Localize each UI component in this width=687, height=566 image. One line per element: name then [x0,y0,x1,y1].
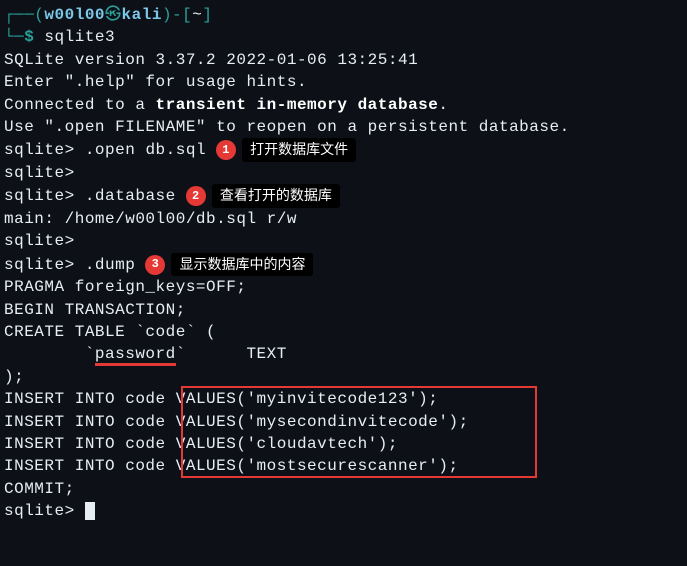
prompt-close-bracket: ] [202,6,212,24]
prompt-host: kali [122,6,162,24]
prompt-cwd: ~ [192,6,202,24]
circle-3: 3 [145,255,165,275]
col-suffix: ` TEXT [176,345,287,363]
sqlite-prompt: sqlite> [4,187,75,205]
annotation-1: 1 打开数据库文件 [216,138,356,162]
help-line: Enter ".help" for usage hints. [4,71,683,93]
prompt-line2-prefix: └─ [4,28,24,46]
insert-prefix: INSERT INTO code [4,435,176,453]
prompt-line-1: ┌──(w00l00㉿kali)-[~] [4,4,683,26]
column-line: `password` TEXT [4,343,683,365]
sqlite-database-line: sqlite> .database 2 查看打开的数据库 [4,184,683,208]
terminal-output: ┌──(w00l00㉿kali)-[~] └─$ sqlite3 SQLite … [4,4,683,523]
prompt-skull: ㉿ [105,6,122,24]
label-3: 显示数据库中的内容 [171,253,313,277]
label-2: 查看打开的数据库 [212,184,340,208]
cmd-open: .open db.sql [85,141,206,159]
insert-prefix: INSERT INTO code [4,413,176,431]
annotation-2: 2 查看打开的数据库 [186,184,340,208]
sqlite-prompt: sqlite> [4,141,75,159]
create-table-line: CREATE TABLE `code` ( [4,321,683,343]
insert-prefix: INSERT INTO code [4,457,176,475]
values-highlight-box [181,386,537,478]
pragma-line: PRAGMA foreign_keys=OFF; [4,276,683,298]
insert-prefix: INSERT INTO code [4,390,176,408]
command-input: sqlite3 [44,28,115,46]
inserts-block: INSERT INTO code VALUES('myinvitecode123… [4,388,683,478]
sqlite-prompt: sqlite> [4,502,75,520]
label-1: 打开数据库文件 [242,138,356,162]
sqlite-empty-1: sqlite> [4,162,683,184]
col-indent: ` [4,345,95,363]
version-line: SQLite version 3.37.2 2022-01-06 13:25:4… [4,49,683,71]
sqlite-open-line: sqlite> .open db.sql 1 打开数据库文件 [4,138,683,162]
connected-prefix: Connected to a [4,96,156,114]
main-line: main: /home/w00l00/db.sql r/w [4,208,683,230]
cursor [85,502,95,520]
prompt-line-2[interactable]: └─$ sqlite3 [4,26,683,48]
circle-2: 2 [186,186,206,206]
prompt-open: ┌──( [4,6,44,24]
prompt-user: w00l00 [44,6,105,24]
connected-line: Connected to a transient in-memory datab… [4,94,683,116]
sqlite-final-prompt[interactable]: sqlite> [4,500,683,522]
sqlite-empty-2: sqlite> [4,230,683,252]
col-name: password [95,345,176,366]
cmd-database: .database [85,187,176,205]
circle-1: 1 [216,140,236,160]
cmd-dump: .dump [85,256,136,274]
connected-bold: transient in-memory database [156,96,439,114]
sqlite-prompt: sqlite> [4,256,75,274]
begin-line: BEGIN TRANSACTION; [4,299,683,321]
sqlite-dump-line: sqlite> .dump 3 显示数据库中的内容 [4,253,683,277]
prompt-dollar: $ [24,28,34,46]
prompt-close: )-[ [162,6,192,24]
connected-suffix: . [438,96,448,114]
close-paren-line: ); [4,366,683,388]
commit-line: COMMIT; [4,478,683,500]
reopen-line: Use ".open FILENAME" to reopen on a pers… [4,116,683,138]
annotation-3: 3 显示数据库中的内容 [145,253,313,277]
